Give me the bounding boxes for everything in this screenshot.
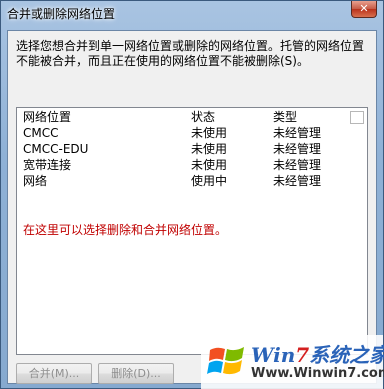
- merge-button[interactable]: 合并(M)...: [16, 363, 92, 384]
- hint-text: 在这里可以选择删除和合并网络位置。: [23, 223, 228, 237]
- row-status: 未使用: [191, 126, 228, 140]
- row-type: 未经管理: [273, 126, 322, 140]
- delete-button[interactable]: 删除(D)...: [98, 363, 174, 384]
- watermark-title-post: 系统之家: [309, 343, 384, 367]
- row-name: CMCC-EDU: [23, 142, 89, 156]
- watermark-title-num: 7: [295, 343, 310, 367]
- row-name: 宽带连接: [23, 158, 72, 172]
- watermark-title: Win7系统之家: [251, 339, 384, 368]
- row-status: 未使用: [191, 158, 228, 172]
- windows-logo-icon: [207, 347, 244, 375]
- dialog-window: 合并或删除网络位置 ✕ 选择您想合并到单一网络位置或删除的网络位置。托管的网络位…: [0, 0, 384, 389]
- instructions-text: 选择您想合并到单一网络位置或删除的网络位置。托管的网络位置不能被合并，而且正在使…: [16, 39, 365, 68]
- row-type: 未经管理: [273, 142, 322, 156]
- list-header: 网络位置 状态 类型: [17, 109, 367, 125]
- list-row[interactable]: 宽带连接 未使用 未经管理: [17, 157, 367, 173]
- site-watermark: Win7系统之家 Www.Winwin7.com: [201, 335, 384, 389]
- window-title: 合并或删除网络位置: [7, 7, 116, 21]
- dialog-body: 选择您想合并到单一网络位置或删除的网络位置。托管的网络位置不能被合并，而且正在使…: [7, 30, 377, 384]
- list-row[interactable]: CMCC 未使用 未经管理: [17, 125, 367, 141]
- list-row[interactable]: CMCC-EDU 未使用 未经管理: [17, 141, 367, 157]
- network-location-list[interactable]: 网络位置 状态 类型 CMCC 未使用 未经管理 CMCC-EDU 未使用 未经…: [16, 107, 368, 355]
- watermark-subtitle: Www.Winwin7.com: [251, 366, 384, 381]
- row-type: 未经管理: [273, 174, 322, 188]
- close-button[interactable]: ✕: [351, 1, 377, 18]
- row-status: 使用中: [191, 174, 228, 188]
- header-corner-box: [350, 111, 364, 124]
- row-type: 未经管理: [273, 158, 322, 172]
- close-icon: ✕: [359, 2, 369, 15]
- row-name: 网络: [23, 174, 48, 188]
- column-header-type[interactable]: 类型: [273, 109, 297, 125]
- column-header-name[interactable]: 网络位置: [23, 109, 71, 125]
- row-status: 未使用: [191, 142, 228, 156]
- column-header-status[interactable]: 状态: [191, 109, 215, 125]
- title-bar[interactable]: 合并或删除网络位置 ✕: [1, 1, 383, 25]
- list-row[interactable]: 网络 使用中 未经管理: [17, 173, 367, 189]
- watermark-title-pre: Win: [251, 343, 296, 367]
- row-name: CMCC: [23, 126, 59, 140]
